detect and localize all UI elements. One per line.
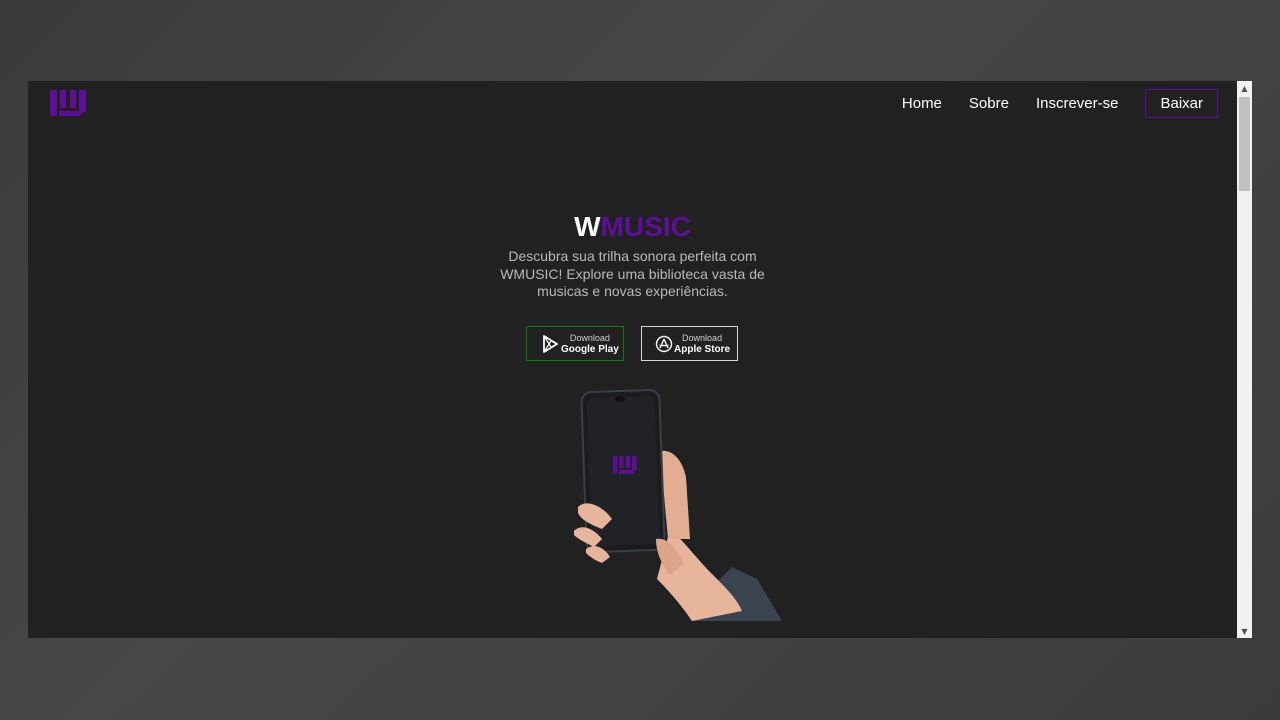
google-play-big-text: Google Play (561, 343, 619, 355)
hero-title: WMUSIC (28, 211, 1237, 243)
wmusic-logo-icon[interactable] (50, 87, 86, 119)
scroll-down-arrow-icon[interactable]: ▼ (1237, 624, 1252, 638)
apple-store-small-text: Download (682, 332, 723, 343)
vertical-scrollbar[interactable]: ▲ ▼ (1237, 81, 1252, 638)
apple-store-big-text: Apple Store (674, 343, 731, 355)
hero-title-w: W (574, 211, 601, 242)
main-nav: Home Sobre Inscrever-se Baixar (902, 89, 1218, 118)
nav-home-link[interactable]: Home (902, 95, 942, 112)
scroll-up-arrow-icon[interactable]: ▲ (1237, 81, 1252, 95)
apple-store-label: Download Apple Store (674, 332, 730, 356)
google-play-button[interactable]: Download Google Play (526, 326, 624, 361)
app-store-icon (655, 335, 673, 352)
nav-sobre-link[interactable]: Sobre (969, 95, 1009, 112)
hero-title-music: MUSIC (600, 211, 691, 242)
nav-inscrever-link[interactable]: Inscrever-se (1036, 95, 1119, 112)
google-play-icon (543, 334, 558, 353)
hand-holding-phone-image (574, 389, 782, 621)
browser-viewport: Home Sobre Inscrever-se Baixar WMUSIC De… (28, 81, 1252, 638)
google-play-label: Download Google Play (561, 332, 619, 356)
hero-description: Descubra sua trilha sonora perfeita com … (500, 248, 765, 299)
baixar-button[interactable]: Baixar (1145, 89, 1218, 118)
scrollbar-thumb[interactable] (1239, 97, 1250, 191)
page-content: Home Sobre Inscrever-se Baixar WMUSIC De… (28, 81, 1237, 638)
apple-store-button[interactable]: Download Apple Store (641, 326, 738, 361)
google-play-small-text: Download (569, 332, 610, 343)
